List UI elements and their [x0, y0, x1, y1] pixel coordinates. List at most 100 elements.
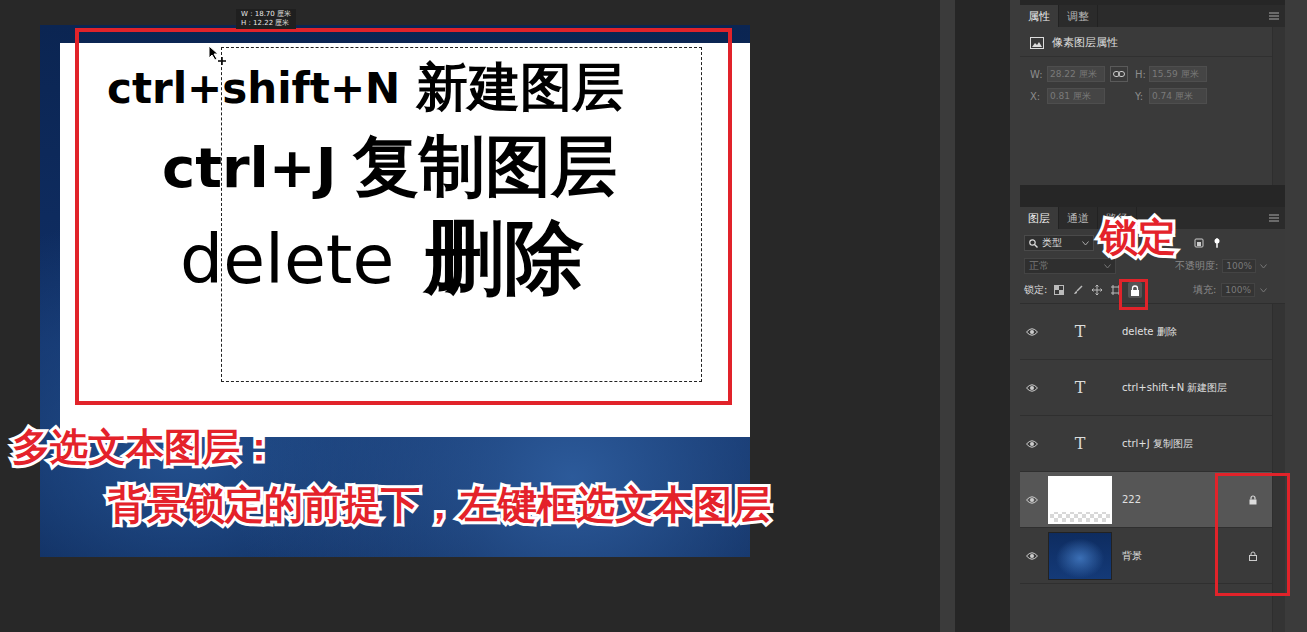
visibility-toggle[interactable]: [1020, 328, 1044, 336]
field-input[interactable]: 28.22 厘米: [1047, 66, 1105, 82]
lock-label: 锁定:: [1024, 283, 1047, 297]
search-icon: [1029, 239, 1038, 248]
eye-icon: [1026, 440, 1038, 448]
panel-tab[interactable]: 调整: [1059, 5, 1098, 27]
panel-divider: [1020, 185, 1285, 207]
lock-option-button[interactable]: [1128, 282, 1142, 298]
shortcut-keys: delete: [180, 220, 394, 299]
visibility-toggle[interactable]: [1020, 496, 1044, 504]
highlight-frame: [75, 28, 732, 405]
opacity-arrow[interactable]: [1260, 264, 1267, 269]
scrollbar[interactable]: [1272, 304, 1285, 632]
lock-column-highlight: [1215, 473, 1290, 596]
lock-option-button[interactable]: [1090, 282, 1104, 298]
eye-icon: [1026, 496, 1038, 504]
field-input[interactable]: 0.74 厘米: [1149, 88, 1207, 104]
eye-icon: [1026, 552, 1038, 560]
field-label: X:: [1030, 91, 1047, 102]
panel-tab[interactable]: 通道: [1059, 207, 1098, 229]
link-icon: [1113, 70, 1125, 78]
layer-row[interactable]: 222: [1020, 472, 1272, 528]
layer-row[interactable]: 背景: [1020, 528, 1272, 584]
dropdown-arrow-icon: [1104, 264, 1111, 269]
annotation-lock: 锁定: [1100, 212, 1176, 263]
partial-lock-icon: [1249, 551, 1257, 561]
visibility-toggle[interactable]: [1020, 384, 1044, 392]
transparency-lock-icon: [1054, 285, 1064, 295]
size-tooltip: W : 18.70 厘米H : 12.22 厘米: [236, 9, 296, 29]
layer-thumbnail: T: [1044, 434, 1116, 453]
lock-icon: [1130, 285, 1140, 296]
field-input[interactable]: 0.81 厘米: [1047, 88, 1105, 104]
annotation-note: 背景锁定的前提下，左键框选文本图层: [108, 478, 771, 532]
link-button[interactable]: [1110, 66, 1128, 82]
layer-row[interactable]: Tdelete 删除: [1020, 304, 1272, 360]
panel-tab[interactable]: 图层: [1020, 207, 1059, 229]
properties-heading: 像素图层属性: [1020, 29, 1272, 57]
tooltip-line: H : 12.22 厘米: [241, 19, 291, 28]
photoshop-window: ctrl+shift+N新建图层ctrl+J复制图层delete删除W : 18…: [0, 0, 1307, 632]
properties-panel: 属性调整像素图层属性 W:28.22 厘米 H:15.59 厘米 X:0.81 厘米 Y…: [1020, 5, 1285, 185]
filter-dropdown[interactable]: 类型: [1024, 235, 1094, 251]
panel-tab[interactable]: 属性: [1020, 5, 1059, 27]
shortcut-text: delete删除: [180, 209, 750, 309]
fill-arrow[interactable]: [1260, 288, 1267, 293]
lock-option-button[interactable]: [1052, 282, 1066, 298]
layers-panel: 图层通道路径类型正常不透明度:100%锁定:填充:100%Tdelete 删除T…: [1020, 207, 1285, 632]
move-icon: [1092, 285, 1102, 295]
collapsed-dock: [955, 0, 1010, 632]
panel-menu-icon[interactable]: [1269, 12, 1279, 20]
field-label: Y:: [1135, 91, 1149, 102]
blend-mode-dropdown[interactable]: 正常: [1024, 258, 1116, 274]
shortcut-label: 删除: [424, 205, 584, 313]
layer-thumbnail: [1044, 532, 1116, 580]
layer-list-area: Tdelete 删除Tctrl+shift+N 新建图层Tctrl+J 复制图层…: [1020, 303, 1285, 632]
scrollbar[interactable]: [1272, 27, 1285, 185]
field-label: H:: [1135, 69, 1149, 80]
canvas-workspace[interactable]: ctrl+shift+N新建图层ctrl+J复制图层delete删除W : 18…: [0, 0, 940, 632]
smart-filter-icon[interactable]: [1194, 238, 1204, 248]
lock-button-highlight: [1119, 279, 1148, 310]
layer-name: 222: [1116, 494, 1246, 505]
text-layer-glyph: T: [1075, 434, 1086, 453]
panel-column: 属性调整像素图层属性 W:28.22 厘米 H:15.59 厘米 X:0.81 厘米 Y…: [1020, 0, 1285, 632]
layer-name: delete 删除: [1116, 325, 1246, 339]
layer-thumbnail: T: [1044, 378, 1116, 397]
tooltip-line: W : 18.70 厘米: [241, 10, 291, 19]
fill-input[interactable]: 100%: [1221, 283, 1255, 297]
background-thumbnail: [1048, 532, 1112, 580]
tabbar-spacer: [1098, 5, 1269, 27]
layer-lock: [1246, 551, 1260, 561]
eye-icon: [1026, 328, 1038, 336]
layer-thumbnail: T: [1044, 322, 1116, 341]
opacity-input[interactable]: 100%: [1222, 259, 1256, 273]
layer-name: ctrl+J 复制图层: [1116, 437, 1246, 451]
lock-row: 锁定:填充:100%: [1020, 277, 1285, 303]
panel-menu-icon[interactable]: [1269, 214, 1279, 222]
field-input[interactable]: 15.59 厘米: [1149, 66, 1207, 82]
filter-toggle-icon[interactable]: [1212, 238, 1222, 248]
visibility-toggle[interactable]: [1020, 552, 1044, 560]
field-label: W:: [1030, 69, 1047, 80]
opacity-label: 不透明度:: [1175, 259, 1218, 273]
text-layer-glyph: T: [1075, 322, 1086, 341]
selection-marquee: [221, 47, 702, 382]
properties-body: 像素图层属性 W:28.22 厘米 H:15.59 厘米 X:0.81 厘米 Y:0.7…: [1020, 27, 1285, 185]
document-canvas[interactable]: ctrl+shift+N新建图层ctrl+J复制图层delete删除: [40, 25, 750, 557]
shortcut-text: ctrl+J复制图层: [162, 125, 750, 209]
layer-row[interactable]: Tctrl+J 复制图层: [1020, 416, 1272, 472]
visibility-toggle[interactable]: [1020, 440, 1044, 448]
brush-icon: [1073, 285, 1083, 295]
shortcut-label: 新建图层: [416, 53, 624, 123]
dock-divider: [940, 0, 955, 632]
panel-tabbar: 属性调整: [1020, 5, 1285, 27]
layer-row[interactable]: Tctrl+shift+N 新建图层: [1020, 360, 1272, 416]
lock-option-button[interactable]: [1071, 282, 1085, 298]
dock-divider: [1010, 0, 1020, 632]
dropdown-arrow-icon: [1260, 288, 1267, 293]
white-layer: ctrl+shift+N新建图层ctrl+J复制图层delete删除: [60, 43, 750, 437]
layer-list: Tdelete 删除Tctrl+shift+N 新建图层Tctrl+J 复制图层…: [1020, 304, 1272, 632]
shortcut-text: ctrl+shift+N新建图层: [107, 51, 750, 125]
move-cursor-icon: [208, 45, 228, 67]
transform-fields: W:28.22 厘米 H:15.59 厘米 X:0.81 厘米 Y:0.74 厘米: [1020, 57, 1272, 104]
